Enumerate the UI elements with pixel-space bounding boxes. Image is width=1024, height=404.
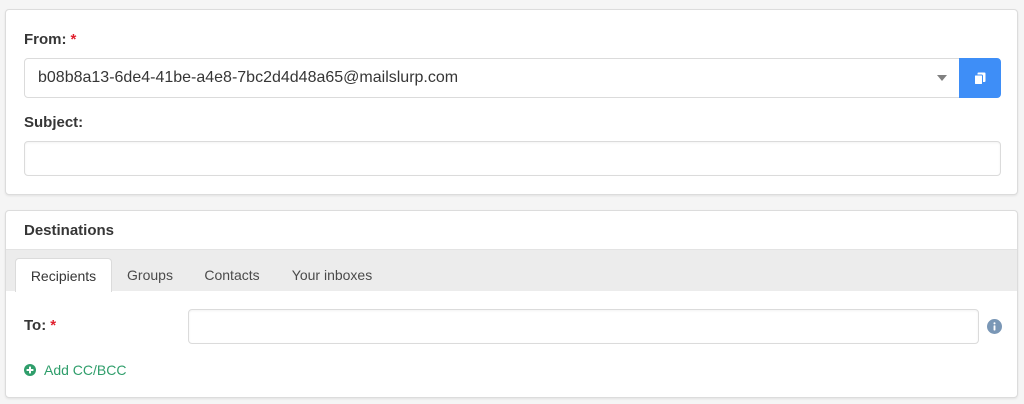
tab-groups[interactable]: Groups xyxy=(114,258,186,292)
required-marker: * xyxy=(70,31,77,48)
required-marker: * xyxy=(50,317,57,334)
tab-recipients[interactable]: Recipients xyxy=(15,258,112,292)
tab-contacts[interactable]: Contacts xyxy=(192,258,272,292)
add-cc-bcc-link[interactable]: Add CC/BCC xyxy=(24,362,126,378)
destinations-title: Destinations xyxy=(24,222,115,239)
info-icon[interactable] xyxy=(987,319,1002,334)
from-email-value: b08b8a13-6de4-41be-a4e8-7bc2d4d48a65@mai… xyxy=(38,69,459,86)
destinations-card: Destinations Recipients Groups Contacts … xyxy=(5,210,1018,398)
destinations-tab-bar: Recipients Groups Contacts Your inboxes xyxy=(6,249,1017,292)
to-input[interactable] xyxy=(188,309,979,344)
to-label-text: To: xyxy=(24,317,47,334)
add-cc-bcc-label: Add CC/BCC xyxy=(44,362,127,378)
subject-label: Subject: xyxy=(24,114,84,131)
from-email-select[interactable]: b08b8a13-6de4-41be-a4e8-7bc2d4d48a65@mai… xyxy=(24,58,960,98)
tab-your-inboxes[interactable]: Your inboxes xyxy=(279,258,385,292)
plus-circle-icon xyxy=(24,364,36,376)
from-label: From: * xyxy=(24,31,76,48)
subject-input[interactable] xyxy=(24,141,1001,176)
chevron-down-icon xyxy=(937,75,947,81)
to-label: To: * xyxy=(24,317,56,334)
copy-icon xyxy=(974,72,986,85)
sender-card: From: * b08b8a13-6de4-41be-a4e8-7bc2d4d48… xyxy=(5,9,1018,195)
copy-email-button[interactable] xyxy=(959,58,1001,98)
from-label-text: From: xyxy=(24,31,67,48)
